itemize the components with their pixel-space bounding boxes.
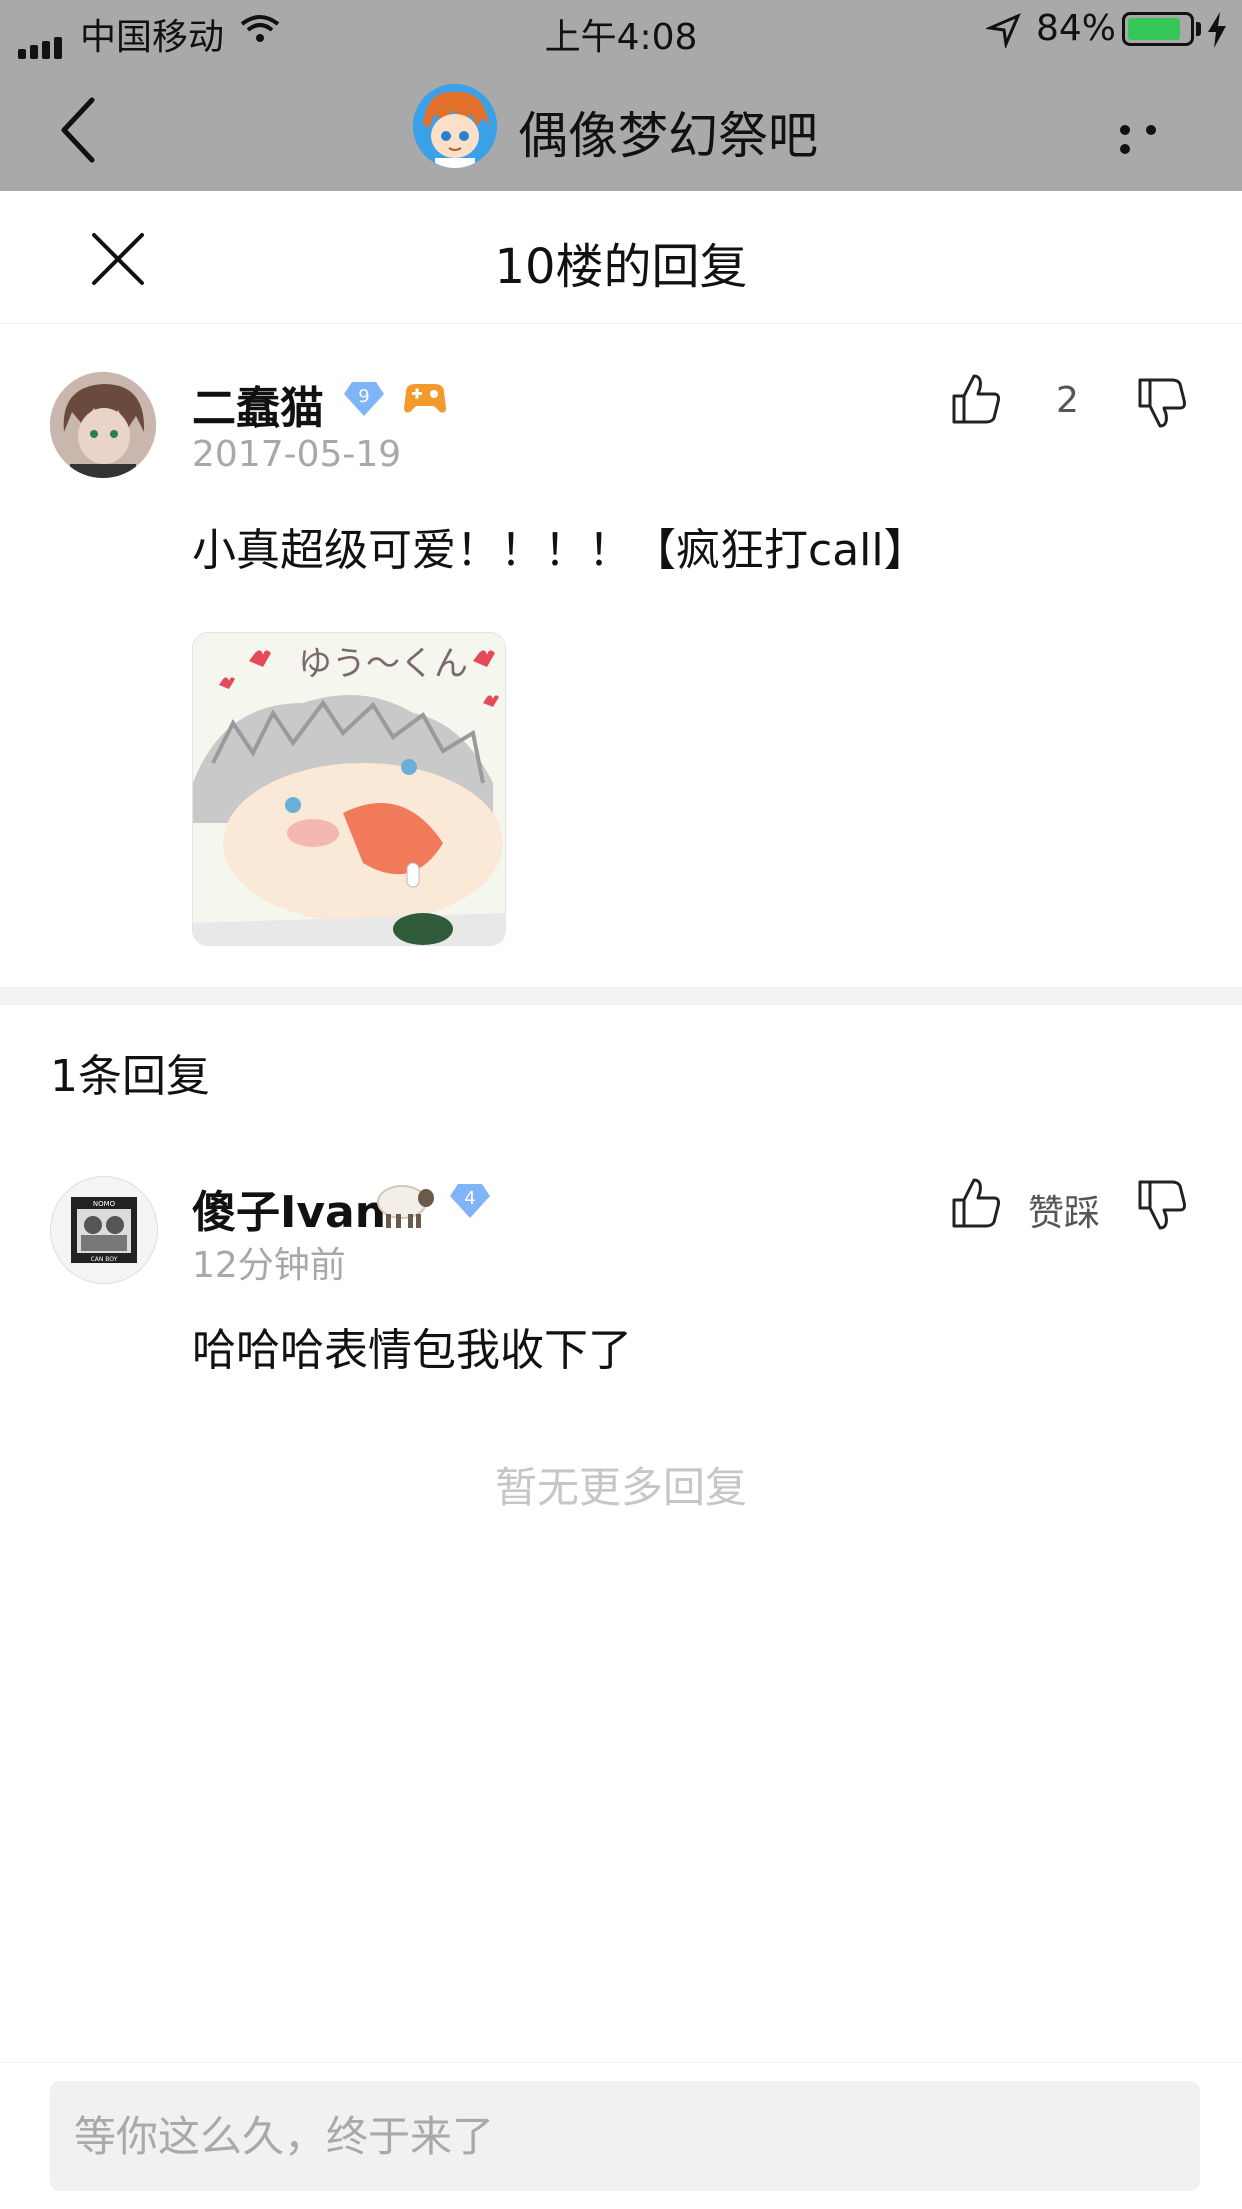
- post-author-avatar-image: [50, 372, 156, 478]
- forum-avatar-image: [413, 84, 497, 168]
- reply-content: 哈哈哈表情包我收下了: [192, 1325, 632, 1376]
- like-label: 赞踩: [1028, 1193, 1101, 1234]
- thumbs-down-icon[interactable]: [1136, 1178, 1188, 1232]
- forum-title: 偶像梦幻祭吧: [518, 107, 818, 165]
- status-bar: 中国移动 上午4:08 84%: [0, 0, 1242, 60]
- thumbs-up-icon[interactable]: [950, 372, 1002, 426]
- level-badge-icon: 9: [344, 382, 384, 416]
- sticker-illustration: ゆう～くん: [193, 633, 505, 945]
- avatar-text-bottom: CAN BOY: [91, 1256, 118, 1263]
- reply-author-name[interactable]: 傻子Ivan: [192, 1176, 386, 1240]
- sticker-caption: ゆう～くん: [298, 644, 468, 684]
- app-header: 偶像梦幻祭吧: [0, 62, 1242, 191]
- level-badge-icon: 4: [450, 1184, 490, 1218]
- reply-time: 12分钟前: [192, 1245, 346, 1286]
- forum-avatar[interactable]: [413, 84, 497, 168]
- section-divider: [0, 987, 1242, 1005]
- reply-input-bar: [0, 2062, 1242, 2209]
- reply-author-avatar[interactable]: NOMO CAN BOY: [50, 1176, 158, 1284]
- post-date: 2017-05-19: [192, 434, 402, 475]
- no-more-replies: 暂无更多回复: [494, 1463, 747, 1512]
- post-author-name[interactable]: 二蠢猫: [192, 372, 324, 436]
- post-author-avatar[interactable]: [50, 372, 156, 478]
- thumbs-down-icon[interactable]: [1136, 376, 1188, 430]
- like-count: 2: [1056, 380, 1079, 421]
- game-badge-icon: [404, 384, 446, 413]
- avatar-text-top: NOMO: [93, 1200, 116, 1208]
- back-button[interactable]: [52, 90, 112, 170]
- level-badge-number: 4: [464, 1188, 475, 1209]
- sheep-icon: [377, 1185, 434, 1228]
- post-content: 小真超级可爱！！！！【疯狂打call】: [192, 525, 928, 576]
- sheet-title: 10楼的回复: [494, 239, 748, 295]
- level-badge-number: 9: [358, 386, 369, 407]
- battery-icon: [1122, 12, 1194, 46]
- post-sticker-image[interactable]: ゆう～くん: [192, 632, 506, 946]
- reply-input[interactable]: [50, 2081, 1200, 2191]
- battery-tip: [1196, 22, 1201, 36]
- battery-percent: 84%: [1036, 8, 1117, 49]
- location-arrow-icon: [986, 13, 1021, 48]
- thumbs-up-icon[interactable]: [950, 1176, 1002, 1230]
- reply-author-avatar-image: NOMO CAN BOY: [51, 1177, 157, 1283]
- charging-bolt-icon: [1208, 12, 1226, 48]
- more-dots-icon[interactable]: [1120, 120, 1190, 154]
- reply-sheet-header: 10楼的回复: [0, 191, 1242, 324]
- reply-count-label: 1条回复: [50, 1051, 210, 1102]
